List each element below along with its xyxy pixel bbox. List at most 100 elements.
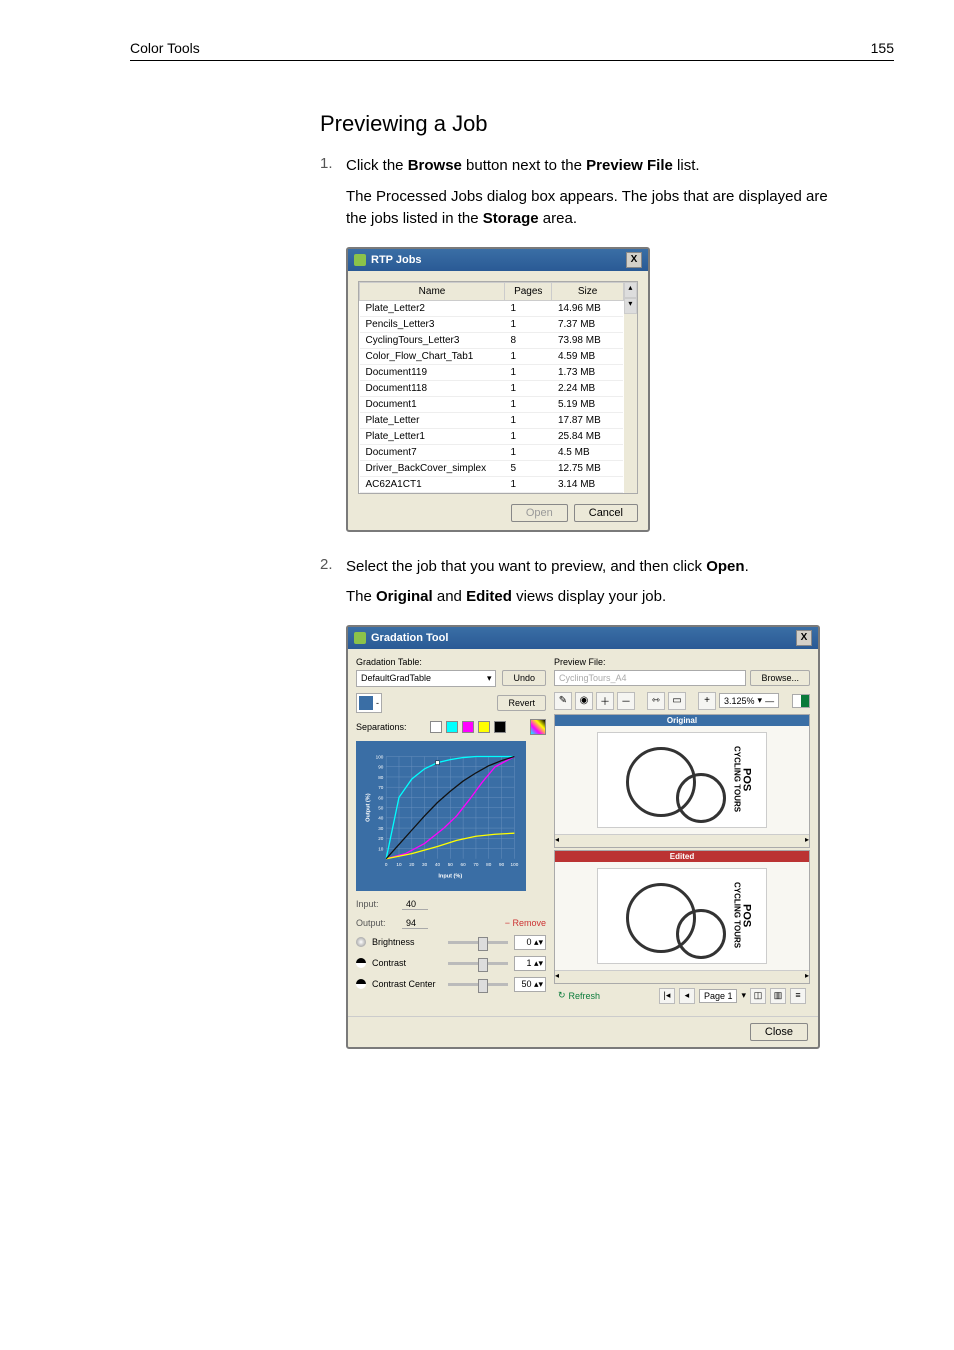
thumb-sub-2: CYCLING TOURS: [733, 882, 742, 948]
thumb-sub: CYCLING TOURS: [733, 746, 742, 812]
step1-b2: Preview File: [586, 157, 673, 174]
contrast-center-value[interactable]: 50 ▴▾: [514, 977, 546, 992]
cell-pages: 8: [505, 332, 552, 348]
table-row[interactable]: Document115.19 MB: [360, 396, 624, 412]
close-dialog-button[interactable]: Close: [750, 1023, 808, 1041]
browse-button[interactable]: Browse...: [750, 670, 810, 686]
step1-post: list.: [673, 157, 700, 174]
table-row[interactable]: Plate_Letter1125.84 MB: [360, 428, 624, 444]
step2-sub-pre: The: [346, 588, 376, 605]
cell-name: Plate_Letter1: [360, 428, 505, 444]
table-row[interactable]: Plate_Letter2114.96 MB: [360, 300, 624, 316]
cancel-button[interactable]: Cancel: [574, 504, 638, 522]
remove-button[interactable]: − Remove: [505, 918, 546, 928]
fit-width-icon[interactable]: ⇿: [647, 692, 665, 710]
zoom-out-icon[interactable]: －: [617, 692, 635, 710]
scroll-up-icon[interactable]: ▴: [624, 282, 637, 298]
input-value[interactable]: 40: [402, 899, 428, 910]
scrollbar[interactable]: ▴ ▾: [624, 282, 637, 493]
undo-button[interactable]: Undo: [502, 670, 546, 686]
proof-icon[interactable]: [792, 694, 810, 708]
save-button[interactable]: -: [356, 693, 382, 713]
table-row[interactable]: Document11911.73 MB: [360, 364, 624, 380]
col-size[interactable]: Size: [552, 282, 623, 300]
app-icon: [354, 254, 366, 266]
cell-size: 4.5 MB: [552, 444, 623, 460]
preview-file-field[interactable]: CyclingTours_A4: [554, 670, 746, 686]
sep-all-icon[interactable]: [530, 719, 546, 735]
separations-label: Separations:: [356, 722, 407, 732]
actual-size-icon[interactable]: +: [698, 692, 716, 710]
svg-text:100: 100: [511, 862, 519, 867]
view-mode-2-icon[interactable]: ▥: [770, 988, 786, 1004]
step2-sub-b2: Edited: [466, 588, 512, 605]
contrast-value[interactable]: 1 ▴▾: [514, 956, 546, 971]
cell-name: Document118: [360, 380, 505, 396]
view-mode-1-icon[interactable]: ◫: [750, 988, 766, 1004]
zoom-in-icon[interactable]: ＋: [596, 692, 614, 710]
table-row[interactable]: AC62A1CT113.14 MB: [360, 476, 624, 492]
contrast-label: Contrast: [372, 958, 442, 968]
step2-sub-post: views display your job.: [512, 588, 666, 605]
gradation-tool-dialog: Gradation Tool X Gradation Table: Defaul…: [346, 625, 820, 1049]
step2-post: .: [745, 558, 749, 575]
first-page-icon[interactable]: |◂: [659, 988, 675, 1004]
open-button[interactable]: Open: [511, 504, 568, 522]
step-1-num: 1.: [320, 155, 346, 231]
brightness-value[interactable]: 0 ▴▾: [514, 935, 546, 950]
sep-magenta-icon[interactable]: [462, 721, 474, 733]
original-thumbnail[interactable]: POSCYCLING TOURS: [597, 732, 767, 828]
table-row[interactable]: Document714.5 MB: [360, 444, 624, 460]
prev-page-icon[interactable]: ◂: [679, 988, 695, 1004]
sep-cyan-icon[interactable]: [446, 721, 458, 733]
gradation-table-select[interactable]: DefaultGradTable▾: [356, 670, 496, 687]
cell-pages: 1: [505, 444, 552, 460]
table-row[interactable]: Driver_BackCover_simplex512.75 MB: [360, 460, 624, 476]
zoom-select[interactable]: 3.125% ▾ —: [719, 693, 779, 708]
gradation-chart[interactable]: 0102030405060708090100102030405060708090…: [356, 741, 526, 891]
chevron-down-icon[interactable]: ▾: [741, 990, 746, 1001]
table-row[interactable]: Document11812.24 MB: [360, 380, 624, 396]
thumb-brand: POS: [741, 768, 753, 791]
hscroll-original[interactable]: ◂▸: [555, 834, 809, 847]
edited-thumbnail[interactable]: POSCYCLING TOURS: [597, 868, 767, 964]
scroll-down-icon[interactable]: ▾: [624, 298, 637, 314]
step1-pre: Click the: [346, 157, 408, 174]
hand-tool-icon[interactable]: ✎: [554, 692, 572, 710]
sep-none-icon[interactable]: [430, 721, 442, 733]
sep-black-icon[interactable]: [494, 721, 506, 733]
brightness-label: Brightness: [372, 937, 442, 947]
preview-edited-panel: Edited POSCYCLING TOURS ◂▸: [554, 850, 810, 984]
cell-name: Color_Flow_Chart_Tab1: [360, 348, 505, 364]
hscroll-edited[interactable]: ◂▸: [555, 970, 809, 983]
svg-text:30: 30: [422, 862, 428, 867]
save-dash: -: [376, 698, 379, 708]
page-field[interactable]: Page 1: [699, 989, 738, 1003]
view-mode-3-icon[interactable]: ≡: [790, 988, 806, 1004]
col-pages[interactable]: Pages: [505, 282, 552, 300]
cell-size: 17.87 MB: [552, 412, 623, 428]
cell-size: 5.19 MB: [552, 396, 623, 412]
cell-size: 73.98 MB: [552, 332, 623, 348]
svg-text:70: 70: [473, 862, 479, 867]
eyedropper-icon[interactable]: ◉: [575, 692, 593, 710]
contrast-center-slider[interactable]: [448, 983, 508, 986]
cell-size: 3.14 MB: [552, 476, 623, 492]
brightness-slider[interactable]: [448, 941, 508, 944]
sep-yellow-icon[interactable]: [478, 721, 490, 733]
revert-button[interactable]: Revert: [497, 695, 546, 711]
refresh-button[interactable]: ↻ Refresh: [558, 990, 600, 1001]
close-button[interactable]: X: [796, 630, 812, 646]
fit-page-icon[interactable]: ▭: [668, 692, 686, 710]
close-button[interactable]: X: [626, 252, 642, 268]
svg-text:80: 80: [486, 862, 492, 867]
contrast-slider[interactable]: [448, 962, 508, 965]
table-row[interactable]: Plate_Letter117.87 MB: [360, 412, 624, 428]
table-row[interactable]: Pencils_Letter317.37 MB: [360, 316, 624, 332]
dialog-title: Gradation Tool: [371, 632, 448, 644]
table-row[interactable]: Color_Flow_Chart_Tab114.59 MB: [360, 348, 624, 364]
cell-pages: 1: [505, 428, 552, 444]
output-value[interactable]: 94: [402, 918, 428, 929]
table-row[interactable]: CyclingTours_Letter3873.98 MB: [360, 332, 624, 348]
col-name[interactable]: Name: [360, 282, 505, 300]
